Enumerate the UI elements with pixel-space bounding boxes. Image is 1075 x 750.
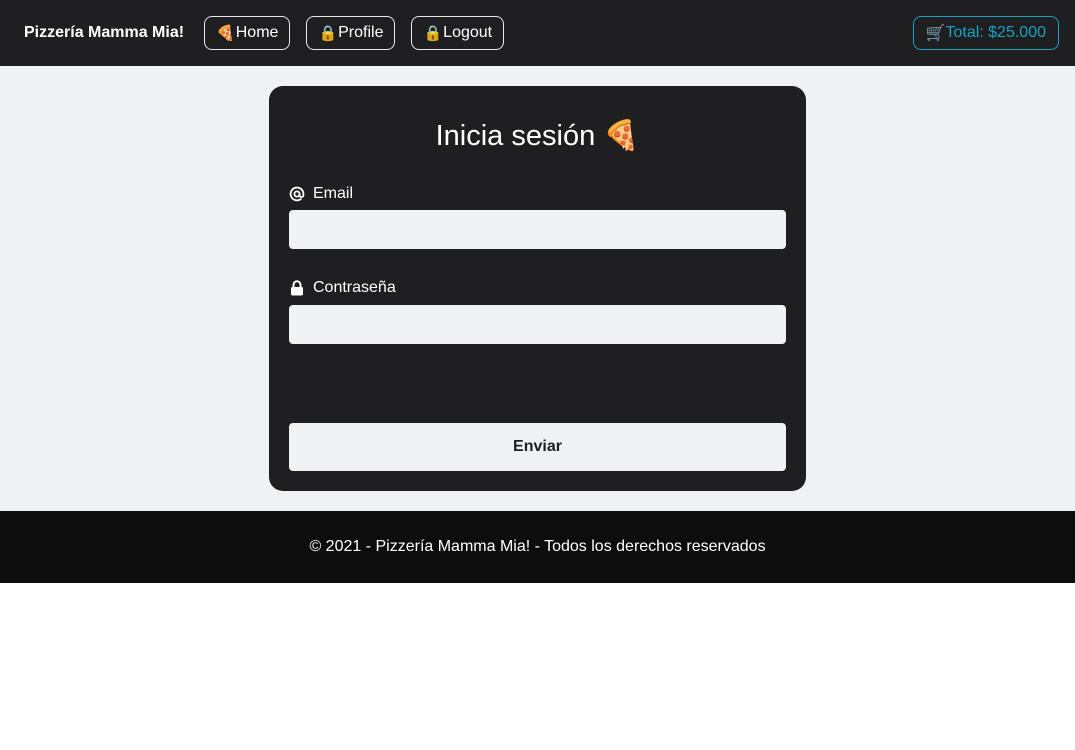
lock-icon: 🔒 — [318, 25, 338, 42]
submit-button[interactable]: Enviar — [289, 423, 786, 471]
nav-profile-label: Profile — [338, 24, 384, 41]
password-field[interactable] — [289, 305, 786, 344]
at-icon — [289, 186, 305, 202]
cart-icon: 🛒 — [925, 25, 946, 42]
cart-total-label: Total: $25.000 — [945, 24, 1046, 41]
cart-total-button[interactable]: 🛒 Total: $25.000 — [912, 16, 1059, 50]
nav-home-label: Home — [235, 24, 279, 41]
lock-icon — [289, 280, 305, 296]
nav-logout-button[interactable]: 🔒 Logout — [411, 16, 505, 50]
main-content: Inicia sesión 🍕 Email Contraseña Enviar — [0, 66, 1075, 511]
footer-text: © 2021 - Pizzería Mamma Mia! - Todos los… — [309, 538, 766, 555]
login-form: Inicia sesión 🍕 Email Contraseña Enviar — [269, 86, 806, 491]
navbar: Pizzería Mamma Mia! 🍕 Home 🔒 Profile 🔒 L… — [0, 0, 1075, 66]
password-label: Contraseña — [289, 279, 396, 297]
nav-logout-label: Logout — [443, 24, 493, 41]
email-label: Email — [289, 185, 353, 203]
brand-name: Pizzería Mamma Mia! — [24, 24, 185, 41]
lock-icon: 🔒 — [423, 25, 443, 42]
email-field[interactable] — [289, 210, 786, 249]
pizza-icon: 🍕 — [216, 25, 235, 42]
login-title: Inicia sesión 🍕 — [435, 120, 640, 152]
nav-home-button[interactable]: 🍕 Home — [204, 16, 291, 50]
nav-profile-button[interactable]: 🔒 Profile — [306, 16, 396, 50]
password-label-text: Contraseña — [313, 279, 396, 296]
email-label-text: Email — [313, 185, 354, 202]
footer: © 2021 - Pizzería Mamma Mia! - Todos los… — [0, 511, 1075, 583]
